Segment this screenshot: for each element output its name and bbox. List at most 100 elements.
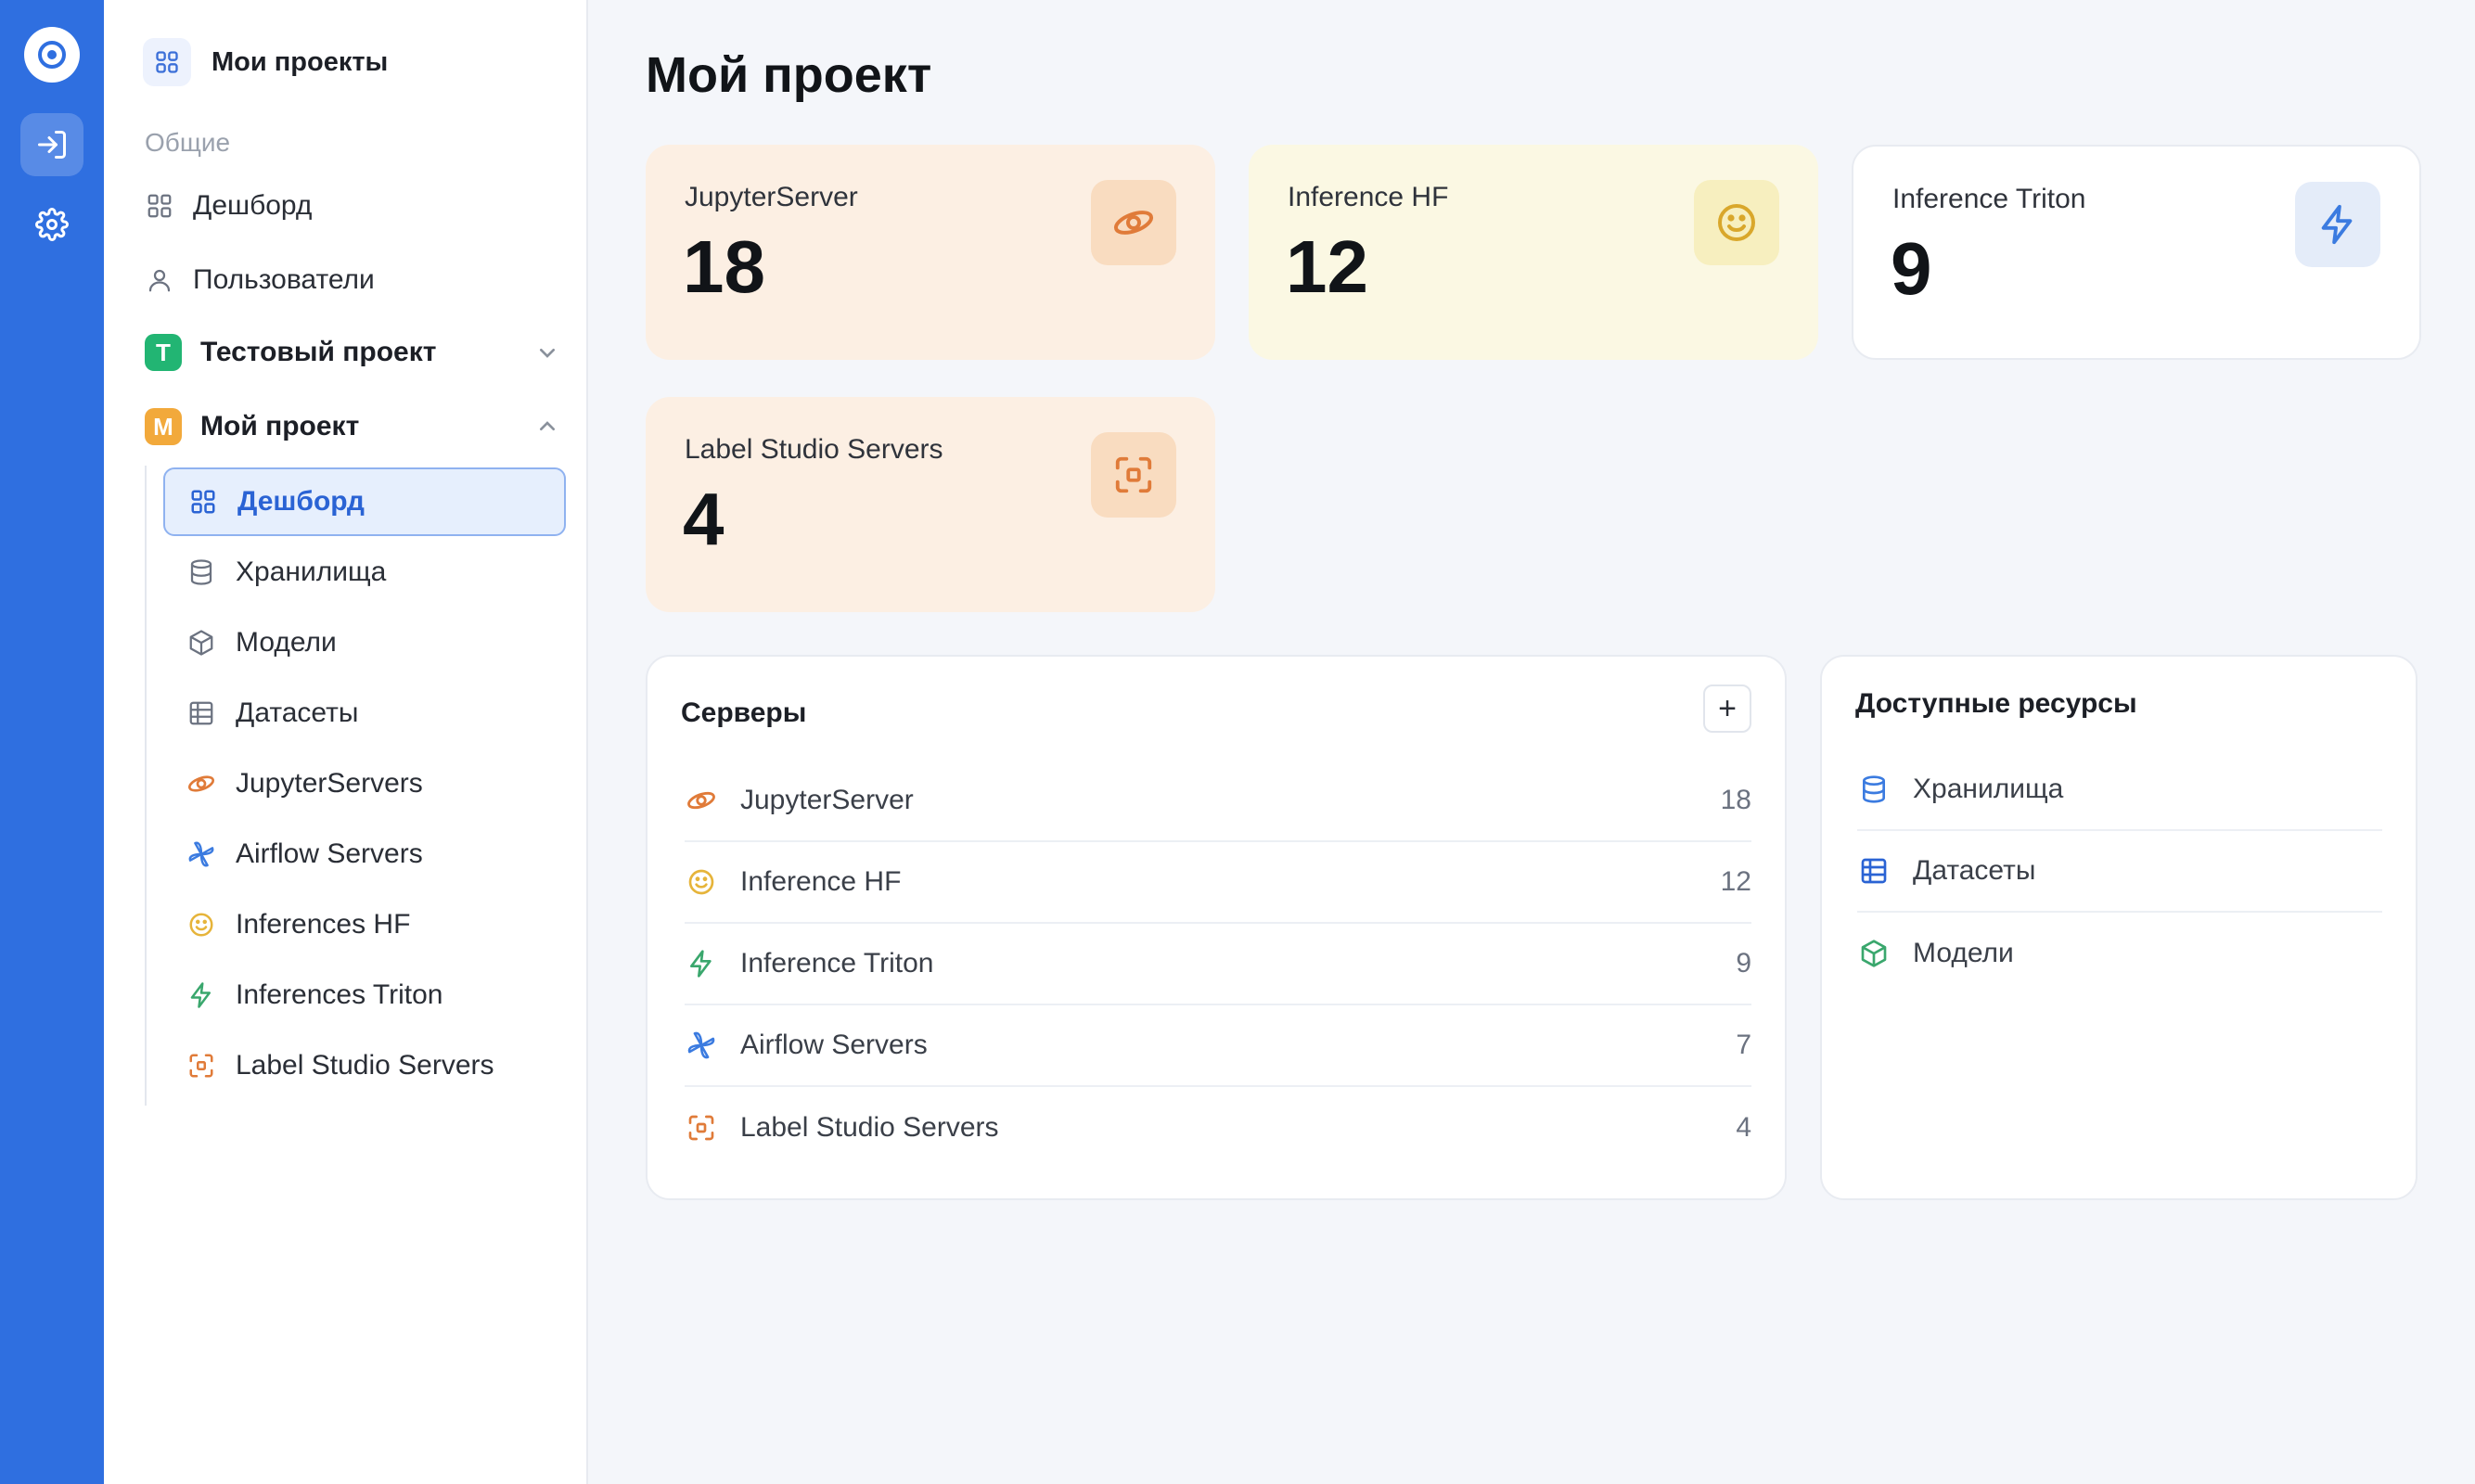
server-label: JupyterServer <box>740 785 914 815</box>
add-server-button[interactable]: + <box>1703 684 1751 733</box>
cube-icon <box>1857 937 1891 970</box>
jupyter-icon <box>1091 180 1176 265</box>
resource-label: Модели <box>1913 938 2014 968</box>
sidebar-item-label: Модели <box>236 627 337 658</box>
sidebar-item-label: Inferences Triton <box>236 979 443 1010</box>
lightning-icon <box>685 947 718 980</box>
server-count: 18 <box>1720 785 1751 815</box>
server-row-inference-triton[interactable]: Inference Triton 9 <box>685 924 1751 1005</box>
sidebar-item-jupyter-servers[interactable]: JupyterServers <box>163 749 566 818</box>
cube-icon <box>186 627 217 659</box>
servers-panel: Серверы + JupyterServer 18 Inference HF … <box>646 655 1787 1200</box>
sidebar-item-models[interactable]: Модели <box>163 608 566 677</box>
smile-icon <box>186 909 217 940</box>
tree-line <box>145 466 147 1106</box>
resource-row-models[interactable]: Модели <box>1857 913 2382 994</box>
server-row-inference-hf[interactable]: Inference HF 12 <box>685 842 1751 924</box>
stat-value: 9 <box>1891 227 1932 310</box>
jupyter-icon <box>685 784 718 817</box>
database-icon <box>186 556 217 588</box>
stat-label: Inference Triton <box>1892 184 2086 214</box>
login-button[interactable] <box>20 113 83 176</box>
lightning-icon <box>186 979 217 1011</box>
section-label-general: Общие <box>145 128 231 157</box>
resource-row-datasets[interactable]: Датасеты <box>1857 831 2382 913</box>
resource-row-storage[interactable]: Хранилища <box>1857 749 2382 831</box>
table-icon <box>1857 854 1891 888</box>
project-my[interactable]: M Мой проект <box>145 399 562 454</box>
server-label: Label Studio Servers <box>740 1112 999 1143</box>
sidebar-item-project-dashboard[interactable]: Дешборд <box>163 467 566 536</box>
sidebar-item-storage[interactable]: Хранилища <box>163 538 566 607</box>
server-count: 12 <box>1720 866 1751 897</box>
resources-title: Доступные ресурсы <box>1855 688 2137 719</box>
server-row-airflow[interactable]: Airflow Servers 7 <box>685 1005 1751 1087</box>
dashboard-icon <box>145 191 174 221</box>
my-projects-label: Мои проекты <box>212 46 389 77</box>
stat-value: 12 <box>1286 225 1368 308</box>
project-label: Тестовый проект <box>200 337 437 367</box>
login-icon <box>38 131 66 159</box>
servers-title: Серверы <box>681 697 807 728</box>
sidebar-item-inferences-hf[interactable]: Inferences HF <box>163 890 566 959</box>
sidebar-item-inferences-triton[interactable]: Inferences Triton <box>163 961 566 1030</box>
user-icon <box>145 265 174 295</box>
sidebar-item-datasets[interactable]: Датасеты <box>163 679 566 748</box>
stat-card-inference-hf[interactable]: Inference HF 12 <box>1249 145 1818 360</box>
airflow-icon <box>186 838 217 870</box>
sidebar-item-label: Label Studio Servers <box>236 1050 494 1081</box>
sidebar-item-dashboard[interactable]: Дешборд <box>145 178 562 234</box>
server-label: Inference Triton <box>740 948 934 979</box>
sidebar: Мои проекты Общие Дешборд Пользователи T… <box>104 0 588 1484</box>
page-title: Мой проект <box>646 47 932 103</box>
smile-icon <box>685 865 718 899</box>
stat-card-jupyter[interactable]: JupyterServer 18 <box>646 145 1215 360</box>
lightning-icon <box>2295 182 2380 267</box>
chevron-down-icon[interactable] <box>532 338 562 367</box>
smile-icon <box>1694 180 1779 265</box>
table-icon <box>186 697 217 729</box>
stat-label: Inference HF <box>1288 182 1449 212</box>
sidebar-item-label: JupyterServers <box>236 768 423 799</box>
server-label: Airflow Servers <box>740 1030 928 1060</box>
app-logo-icon[interactable] <box>24 27 80 83</box>
stat-value: 18 <box>683 225 765 308</box>
sidebar-item-users[interactable]: Пользователи <box>145 252 562 308</box>
projects-icon <box>143 38 191 86</box>
project-test[interactable]: T Тестовый проект <box>145 325 562 380</box>
scan-icon <box>1091 432 1176 518</box>
server-count: 7 <box>1736 1030 1751 1060</box>
sidebar-item-label-studio[interactable]: Label Studio Servers <box>163 1031 566 1100</box>
sidebar-item-label: Дешборд <box>237 486 365 517</box>
stat-value: 4 <box>683 478 725 560</box>
scan-icon <box>685 1111 718 1145</box>
server-label: Inference HF <box>740 866 902 897</box>
sidebar-item-label: Хранилища <box>236 556 387 587</box>
my-projects-header[interactable]: Мои проекты <box>143 37 388 87</box>
dashboard-icon <box>187 486 219 518</box>
stat-card-inference-triton[interactable]: Inference Triton 9 <box>1852 145 2421 360</box>
chevron-up-icon[interactable] <box>532 412 562 441</box>
app-rail <box>0 0 104 1484</box>
sidebar-item-label: Дешборд <box>193 190 313 221</box>
stat-card-label-studio[interactable]: Label Studio Servers 4 <box>646 397 1215 612</box>
plus-icon: + <box>1718 691 1737 726</box>
server-count: 4 <box>1736 1112 1751 1143</box>
sidebar-item-airflow-servers[interactable]: Airflow Servers <box>163 820 566 889</box>
server-row-jupyter[interactable]: JupyterServer 18 <box>685 761 1751 842</box>
stat-label: Label Studio Servers <box>685 434 943 465</box>
project-badge: M <box>145 408 182 445</box>
sidebar-item-label: Пользователи <box>193 264 375 295</box>
stat-label: JupyterServer <box>685 182 858 212</box>
server-row-label-studio[interactable]: Label Studio Servers 4 <box>685 1087 1751 1169</box>
sidebar-item-label: Датасеты <box>236 697 359 728</box>
project-badge: T <box>145 334 182 371</box>
sidebar-item-label: Inferences HF <box>236 909 411 940</box>
resource-label: Хранилища <box>1913 774 2064 804</box>
scan-icon <box>186 1050 217 1081</box>
settings-button[interactable] <box>20 193 83 256</box>
server-count: 9 <box>1736 948 1751 979</box>
project-label: Мой проект <box>200 411 360 441</box>
airflow-icon <box>685 1029 718 1062</box>
jupyter-icon <box>186 768 217 800</box>
